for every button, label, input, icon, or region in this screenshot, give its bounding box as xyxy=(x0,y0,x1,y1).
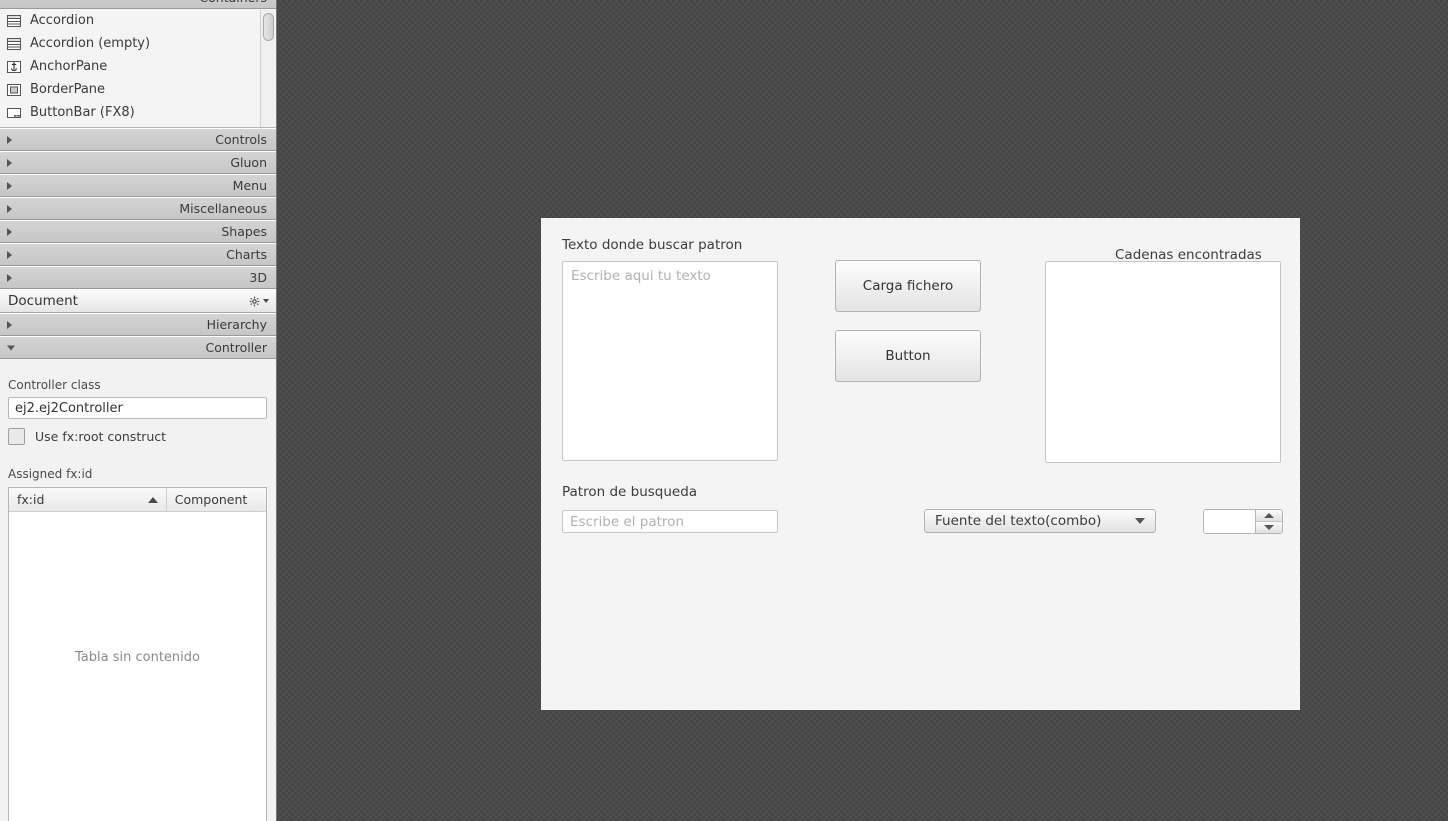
column-header-label: fx:id xyxy=(17,492,45,507)
library-scrollbar[interactable] xyxy=(260,10,275,127)
chevron-right-icon xyxy=(7,204,12,213)
library-section-miscellaneous[interactable]: Miscellaneous xyxy=(0,197,276,220)
document-panel-header[interactable]: Document xyxy=(0,289,276,313)
library-section-charts[interactable]: Charts xyxy=(0,243,276,266)
assigned-fxid-table[interactable]: fx:id Component Tabla sin contenido xyxy=(8,487,267,821)
chevron-right-icon xyxy=(7,158,12,167)
text-source-combobox[interactable]: Fuente del texto(combo) xyxy=(924,509,1156,533)
table-header-row: fx:id Component xyxy=(9,488,266,512)
app-preview-window: Texto donde buscar patron Escribe aqui t… xyxy=(541,218,1300,710)
library-section-controls[interactable]: Controls xyxy=(0,128,276,151)
results-listview[interactable] xyxy=(1045,261,1281,463)
library-item-borderpane[interactable]: BorderPane xyxy=(0,78,276,101)
library-sections: Controls Gluon Menu Miscellaneous Shapes… xyxy=(0,128,276,359)
document-pane-controller[interactable]: Controller xyxy=(0,336,276,359)
fx-root-checkbox-row[interactable]: Use fx:root construct xyxy=(8,428,267,445)
sort-ascending-icon xyxy=(147,496,158,503)
library-item-label: Accordion xyxy=(30,13,95,28)
library-item-label: AnchorPane xyxy=(30,59,108,74)
library-item-list[interactable]: Accordion Accordion (empty) AnchorPane B… xyxy=(0,9,276,128)
chevron-right-icon xyxy=(7,273,12,282)
column-header-fxid[interactable]: fx:id xyxy=(9,488,167,512)
library-section-label: Shapes xyxy=(221,224,267,239)
label-texto-buscar: Texto donde buscar patron xyxy=(562,237,743,253)
label-patron-busqueda: Patron de busqueda xyxy=(562,484,698,500)
library-item-accordion[interactable]: Accordion xyxy=(0,9,276,32)
library-item-label: Accordion (empty) xyxy=(30,36,151,51)
fx-root-checkbox[interactable] xyxy=(8,428,25,445)
library-section-label: Menu xyxy=(232,178,267,193)
chevron-right-icon xyxy=(7,135,12,144)
library-section-label: Charts xyxy=(226,247,267,262)
controller-panel-body: Controller class ej2.ej2Controller Use f… xyxy=(0,368,276,821)
controller-class-input[interactable]: ej2.ej2Controller xyxy=(8,397,267,419)
library-section-3d[interactable]: 3D xyxy=(0,266,276,289)
load-file-button[interactable]: Carga fichero xyxy=(835,260,981,312)
pattern-input[interactable]: Escribe el patron xyxy=(562,510,778,533)
arrow-down-icon xyxy=(1264,525,1274,530)
spinner-increment-button[interactable] xyxy=(1256,510,1282,522)
document-pane-label: Controller xyxy=(205,340,268,355)
borderpane-icon xyxy=(7,83,21,96)
library-item-label: BorderPane xyxy=(30,82,106,97)
spinner-decrement-button[interactable] xyxy=(1256,522,1282,533)
library-item-buttonbar[interactable]: ButtonBar (FX8) xyxy=(0,101,276,124)
library-section-label: Controls xyxy=(215,132,267,147)
library-section-menu[interactable]: Menu xyxy=(0,174,276,197)
library-section-label: Containers xyxy=(199,0,267,5)
scene-builder-left-panel: Containers Accordion Accordion (empty) xyxy=(0,0,277,821)
column-header-component[interactable]: Component xyxy=(166,488,266,512)
document-pane-label: Hierarchy xyxy=(206,317,267,332)
library-section-label: Miscellaneous xyxy=(179,201,267,216)
spinner-buttons xyxy=(1256,510,1282,533)
search-text-textarea[interactable]: Escribe aqui tu texto xyxy=(562,261,778,461)
library-section-label: Gluon xyxy=(230,155,267,170)
chevron-right-icon xyxy=(7,320,12,329)
number-spinner[interactable] xyxy=(1203,509,1283,534)
accordion-empty-icon xyxy=(7,37,21,50)
library-item-anchorpane[interactable]: AnchorPane xyxy=(0,55,276,78)
library-scrollbar-thumb[interactable] xyxy=(263,13,274,41)
generic-button[interactable]: Button xyxy=(835,330,981,382)
chevron-down-icon xyxy=(1135,518,1145,524)
gear-dropdown-icon[interactable] xyxy=(248,295,269,308)
library-item-accordion-empty[interactable]: Accordion (empty) xyxy=(0,32,276,55)
arrow-up-icon xyxy=(1264,513,1274,518)
fx-root-checkbox-label: Use fx:root construct xyxy=(35,429,167,444)
anchorpane-icon xyxy=(7,60,21,73)
chevron-right-icon xyxy=(7,250,12,259)
chevron-down-icon xyxy=(7,345,15,350)
library-section-gluon[interactable]: Gluon xyxy=(0,151,276,174)
document-pane-hierarchy[interactable]: Hierarchy xyxy=(0,313,276,336)
chevron-right-icon xyxy=(7,181,12,190)
combobox-selected-label: Fuente del texto(combo) xyxy=(935,513,1102,529)
library-section-shapes[interactable]: Shapes xyxy=(0,220,276,243)
buttonbar-icon xyxy=(7,107,21,118)
accordion-icon xyxy=(7,14,21,27)
library-item-label: ButtonBar (FX8) xyxy=(30,105,135,120)
chevron-down-icon xyxy=(263,299,269,303)
spinner-value-input[interactable] xyxy=(1204,510,1256,533)
table-empty-message: Tabla sin contenido xyxy=(75,649,200,665)
library-section-containers[interactable]: Containers xyxy=(0,0,276,9)
chevron-right-icon xyxy=(7,227,12,236)
assigned-fxid-label: Assigned fx:id xyxy=(8,467,93,481)
controller-class-label: Controller class xyxy=(8,378,101,392)
document-panel-title: Document xyxy=(8,293,78,309)
column-header-label: Component xyxy=(174,492,248,507)
library-section-label: 3D xyxy=(249,270,267,285)
